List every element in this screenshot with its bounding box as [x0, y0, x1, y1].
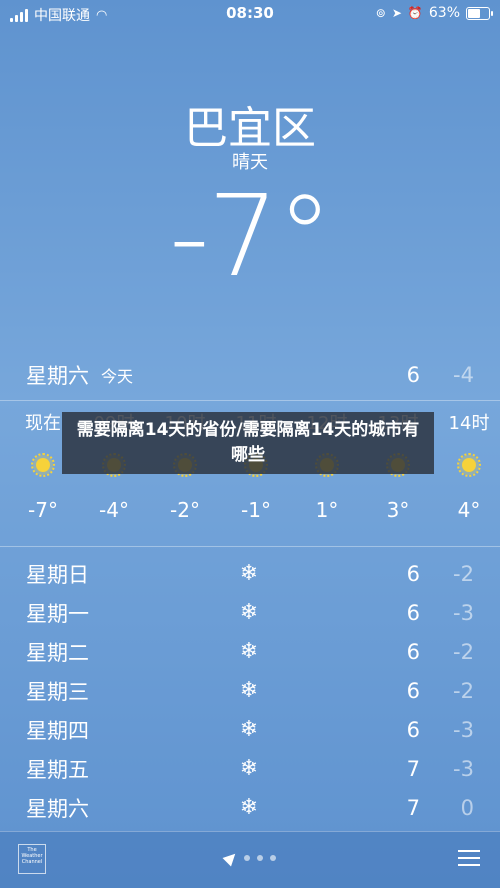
day-name: 星期五 — [26, 757, 89, 782]
day-name: 星期六 — [26, 796, 89, 821]
snow-icon: ❄ — [239, 561, 259, 586]
daily-forecast[interactable]: 星期日 ❄ 6 -2 星期一 ❄ 6 -3 星期二 ❄ 6 -2 星期三 ❄ 6 -2 星期四 ❄ 6 -3 星期五 ❄ 7… — [26, 554, 474, 827]
weather-condition: 晴天 — [232, 152, 268, 173]
daily-row: 星期五 ❄ 7 -3 — [26, 749, 474, 788]
daily-row: 星期四 ❄ 6 -3 — [26, 710, 474, 749]
day-name: 星期三 — [26, 679, 89, 704]
daily-row: 星期三 ❄ 6 -2 — [26, 671, 474, 710]
hour-temp: 4° — [457, 498, 481, 522]
hour-temp: -1° — [241, 498, 271, 522]
day-high: 6 — [406, 639, 420, 664]
day-low: 0 — [460, 795, 474, 820]
day-high: 6 — [406, 678, 420, 703]
page-indicator[interactable] — [0, 849, 500, 867]
hour-temp: -7° — [28, 498, 58, 522]
bottom-toolbar: The Weather Channel — [0, 831, 500, 888]
list-icon[interactable] — [458, 850, 480, 871]
daily-row: 星期六 ❄ 7 0 — [26, 788, 474, 827]
day-low: -2 — [453, 561, 474, 586]
day-high: 7 — [406, 795, 420, 820]
snow-icon: ❄ — [239, 639, 259, 664]
current-temperature: -7° — [169, 172, 333, 302]
today-high: 6 — [406, 363, 420, 387]
hour-temp: 3° — [386, 498, 410, 522]
today-day: 星期六 — [26, 364, 89, 388]
snow-icon: ❄ — [239, 795, 259, 820]
overlay-banner: 需要隔离14天的省份/需要隔离14天的城市有哪些 — [62, 412, 434, 474]
hour-temp: 1° — [315, 498, 339, 522]
status-bar: 中国联通 ◠ 08:30 ⊚ ➤ ⏰ 63% — [0, 0, 500, 28]
snow-icon: ❄ — [239, 600, 259, 625]
alarm-icon: ⏰ — [407, 6, 423, 20]
today-label: 今天 — [101, 367, 134, 386]
day-low: -3 — [453, 600, 474, 625]
daily-row: 星期二 ❄ 6 -2 — [26, 632, 474, 671]
day-name: 星期四 — [26, 718, 89, 743]
sun-icon — [457, 453, 481, 477]
hour-temp: -2° — [170, 498, 200, 522]
sun-icon — [31, 453, 55, 477]
divider — [0, 400, 500, 401]
today-summary: 星期六 今天 6 -4 — [26, 360, 474, 390]
hour-icon-wrap — [434, 438, 500, 492]
day-high: 6 — [406, 561, 420, 586]
battery-icon — [466, 6, 493, 20]
battery-percent: 63% — [428, 5, 460, 21]
day-name: 星期日 — [26, 562, 89, 587]
daily-row: 星期一 ❄ 6 -3 — [26, 593, 474, 632]
snow-icon: ❄ — [239, 678, 259, 703]
daily-row: 星期日 ❄ 6 -2 — [26, 554, 474, 593]
day-low: -3 — [453, 717, 474, 742]
city-name: 巴宜区 — [184, 103, 316, 154]
hour-temp: -4° — [99, 498, 129, 522]
page-dot — [243, 855, 250, 861]
hour-label: 14时 — [448, 413, 490, 434]
snow-icon: ❄ — [239, 717, 259, 742]
location-arrow-icon: ➤ — [391, 6, 402, 20]
battery-fill — [468, 8, 480, 18]
day-name: 星期二 — [26, 640, 89, 665]
day-low: -2 — [453, 678, 474, 703]
day-low: -2 — [453, 639, 474, 664]
status-right: ⊚ ➤ ⏰ 63% — [375, 5, 493, 21]
page-dot — [256, 855, 263, 861]
today-low: -4 — [453, 363, 474, 387]
day-high: 6 — [406, 717, 420, 742]
day-high: 7 — [406, 756, 420, 781]
hourly-item: 14时 4° — [434, 410, 500, 528]
page-dot — [269, 855, 276, 861]
overlay-text: 需要隔离14天的省份/需要隔离14天的城市有哪些 — [76, 420, 420, 465]
rotation-lock-icon: ⊚ — [375, 6, 386, 20]
snow-icon: ❄ — [239, 756, 259, 781]
day-low: -3 — [453, 756, 474, 781]
day-high: 6 — [406, 600, 420, 625]
location-arrow-icon — [222, 849, 239, 867]
day-name: 星期一 — [26, 601, 89, 626]
divider — [0, 546, 500, 547]
